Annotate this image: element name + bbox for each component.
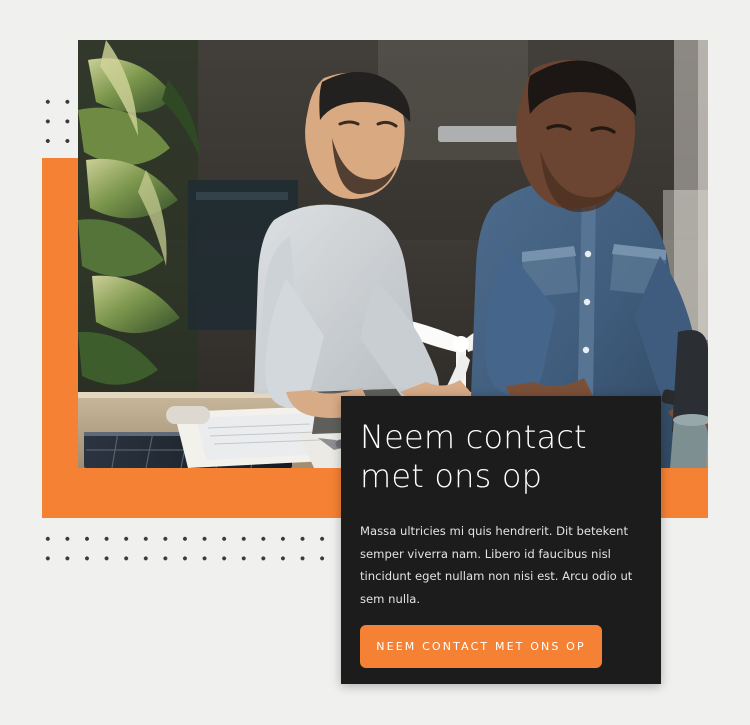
card-body-text: Massa ultricies mi quis hendrerit. Dit b… — [360, 524, 633, 606]
page-root: Neem contact met ons op Massa ultricies … — [0, 0, 750, 725]
contact-cta-button[interactable]: NEEM CONTACT MET ONS OP — [360, 625, 602, 668]
dot-grid-bottom — [38, 529, 328, 574]
dot-grid-top-left — [38, 92, 84, 154]
page-title: Neem contact met ons op — [360, 418, 587, 496]
contact-card: Neem contact met ons op Massa ultricies … — [341, 396, 661, 684]
